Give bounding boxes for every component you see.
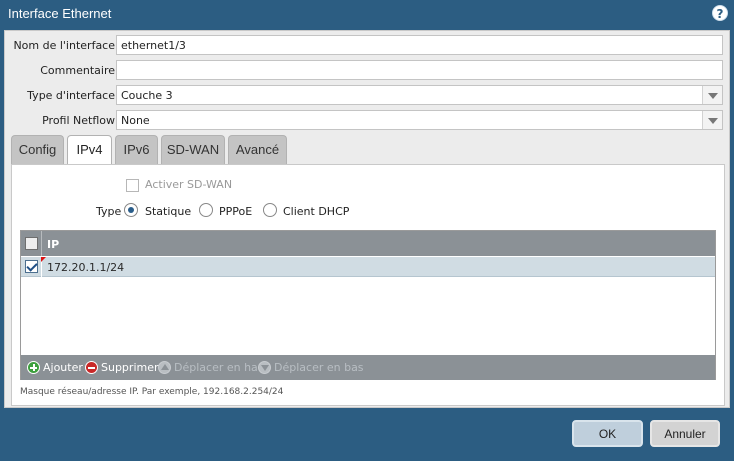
radio-pppoe-label: PPPoE <box>219 205 253 218</box>
tab-ipv6[interactable]: IPv6 <box>115 135 158 165</box>
interface-type-label: Type d'interface <box>27 89 115 102</box>
netflow-profile-label: Profil Netflow <box>42 114 115 127</box>
tab-advanced[interactable]: Avancé <box>228 135 287 165</box>
enable-sdwan-row: Activer SD-WAN <box>126 178 232 192</box>
enable-sdwan-label: Activer SD-WAN <box>145 178 233 191</box>
radio-dhcp-client[interactable] <box>263 203 277 217</box>
add-label: Ajouter <box>43 361 83 374</box>
interface-name-row: Nom de l'interface ethernet1/3 <box>5 35 731 57</box>
radio-static[interactable] <box>124 203 138 217</box>
dialog-title: Interface Ethernet <box>8 6 112 21</box>
cancel-button[interactable]: Annuler <box>650 420 720 447</box>
ip-address-table: IP 172.20.1.1/24 Ajouter Supprimer Dépla… <box>20 230 716 380</box>
column-divider <box>41 231 42 256</box>
radio-pppoe[interactable] <box>199 203 213 217</box>
delete-button[interactable]: Supprimer <box>85 361 159 374</box>
comment-label: Commentaire <box>40 64 115 77</box>
chevron-down-icon[interactable] <box>702 86 722 104</box>
chevron-down-icon[interactable] <box>702 111 722 129</box>
modified-marker-icon <box>41 257 46 262</box>
ipv4-tab-content: Activer SD-WAN Type Statique PPPoE Clien… <box>11 164 725 406</box>
interface-name-field[interactable]: ethernet1/3 <box>116 35 723 55</box>
ip-type-label: Type <box>96 205 122 218</box>
dialog-body: Nom de l'interface ethernet1/3 Commentai… <box>4 30 730 408</box>
ok-button[interactable]: OK <box>572 420 643 447</box>
arrow-up-icon <box>158 361 171 374</box>
tab-ipv4[interactable]: IPv4 <box>67 135 112 166</box>
row-checkbox[interactable] <box>25 260 38 273</box>
move-down-button[interactable]: Déplacer en bas <box>258 361 364 374</box>
comment-row: Commentaire <box>5 60 731 82</box>
netflow-profile-select[interactable]: None <box>116 110 723 130</box>
interface-type-select[interactable]: Couche 3 <box>116 85 723 105</box>
move-up-label: Déplacer en haut <box>174 361 270 374</box>
tab-config[interactable]: Config <box>11 135 64 165</box>
plus-icon <box>27 361 40 374</box>
table-row[interactable]: 172.20.1.1/24 <box>21 257 715 277</box>
move-up-button[interactable]: Déplacer en haut <box>158 361 269 374</box>
help-icon[interactable]: ? <box>712 5 728 21</box>
netflow-profile-row: Profil Netflow None <box>5 110 731 132</box>
radio-static-label: Statique <box>145 205 192 218</box>
add-button[interactable]: Ajouter <box>27 361 83 374</box>
interface-type-value: Couche 3 <box>121 89 173 102</box>
table-toolbar: Ajouter Supprimer Déplacer en haut Dépla… <box>21 355 715 380</box>
ip-cell[interactable]: 172.20.1.1/24 <box>47 261 124 274</box>
ip-hint-text: Masque réseau/adresse IP. Par exemple, 1… <box>20 387 284 397</box>
enable-sdwan-checkbox[interactable] <box>126 178 139 192</box>
select-all-checkbox[interactable] <box>25 237 38 250</box>
table-header: IP <box>21 231 715 256</box>
arrow-down-icon <box>258 361 271 374</box>
ip-type-row: Type Statique PPPoE Client DHCP <box>12 203 726 221</box>
minus-icon <box>85 361 98 374</box>
interface-type-row: Type d'interface Couche 3 <box>5 85 731 107</box>
ip-column-header[interactable]: IP <box>47 238 59 251</box>
tab-sdwan[interactable]: SD-WAN <box>161 135 225 165</box>
delete-label: Supprimer <box>101 361 159 374</box>
move-down-label: Déplacer en bas <box>274 361 364 374</box>
comment-field[interactable] <box>116 60 723 80</box>
dialog-titlebar: Interface Ethernet ? <box>0 0 734 28</box>
netflow-profile-value: None <box>121 114 150 127</box>
interface-name-label: Nom de l'interface <box>13 39 115 52</box>
radio-dhcp-client-label: Client DHCP <box>283 205 350 218</box>
